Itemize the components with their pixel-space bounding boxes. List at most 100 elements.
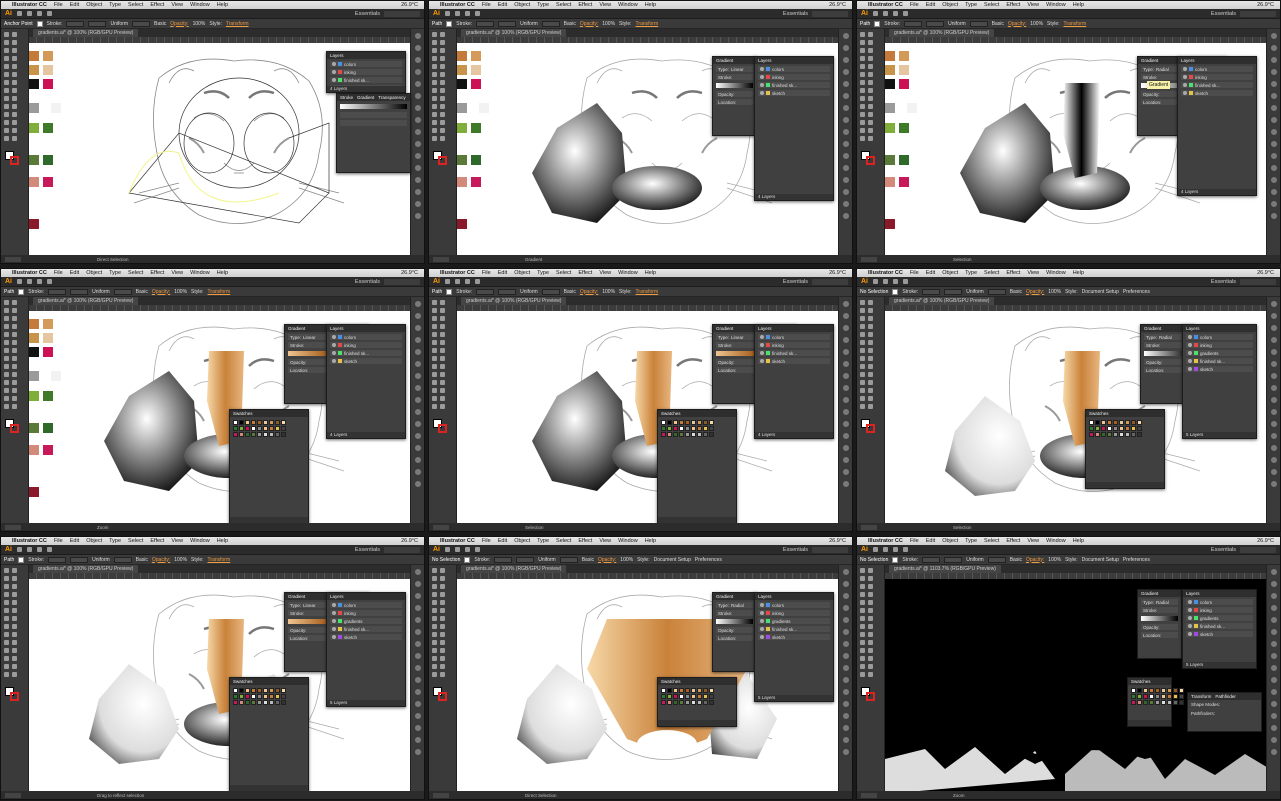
artboards-icon[interactable] [415, 433, 421, 439]
search-input[interactable] [812, 278, 848, 285]
symbol-sprayer-icon[interactable] [4, 388, 9, 393]
menu-item[interactable]: Window [190, 270, 210, 276]
transform-link[interactable]: Transform [226, 21, 249, 27]
swatch[interactable] [1179, 688, 1184, 693]
shape-builder-icon[interactable] [860, 632, 865, 637]
swatch[interactable] [1167, 694, 1172, 699]
mesh-tool-icon[interactable] [860, 104, 865, 109]
perspective-icon[interactable] [12, 364, 17, 369]
gradient-slider[interactable] [1141, 616, 1178, 621]
curvature-icon[interactable] [440, 48, 445, 53]
app-name[interactable]: Illustrator CC [12, 2, 47, 8]
basic-label[interactable]: Basic [582, 557, 594, 563]
eye-icon[interactable] [760, 603, 764, 607]
color-swatch[interactable] [43, 319, 53, 329]
document-tab[interactable]: gradients.ai* @ 1103.7% (RGB/GPU Preview… [889, 565, 1001, 573]
magic-wand-icon[interactable] [860, 308, 865, 313]
opacity-value[interactable]: 100% [602, 289, 615, 295]
stroke-weight-field[interactable] [494, 556, 513, 563]
eye-icon[interactable] [760, 91, 764, 95]
basic-label[interactable]: Basic [1010, 557, 1022, 563]
paintbrush-icon[interactable] [12, 64, 17, 69]
color-swatch[interactable] [29, 333, 39, 343]
layers-panel-icon[interactable] [1271, 153, 1277, 159]
zoom-tool-icon[interactable] [12, 672, 17, 677]
swatch[interactable] [1137, 694, 1142, 699]
menu-item[interactable]: File [54, 270, 63, 276]
eye-icon[interactable] [760, 67, 764, 71]
menu-item[interactable]: Effect [1006, 2, 1020, 8]
menu-item[interactable]: View [171, 538, 183, 544]
layer-row[interactable]: gradients [330, 618, 402, 624]
swatch[interactable] [245, 420, 250, 425]
menu-item[interactable]: Effect [578, 270, 592, 276]
swatch[interactable] [281, 694, 286, 699]
layers-panel[interactable]: Layers colors inking gradients finished sk..… [754, 592, 834, 702]
variable-width-select[interactable] [516, 556, 535, 563]
transform-icon[interactable] [843, 749, 849, 755]
swatch[interactable] [1089, 426, 1094, 431]
pencil-icon[interactable] [432, 340, 437, 345]
eye-icon[interactable] [760, 75, 764, 79]
swatch[interactable] [1131, 694, 1136, 699]
gradient-panel[interactable]: Gradient Type: Radial Stroke: Opacity: Locati… [1137, 589, 1182, 659]
swatch[interactable] [251, 688, 256, 693]
transform-tab[interactable]: Transform [1191, 694, 1211, 699]
transform-icon[interactable] [415, 481, 421, 487]
fill-swatch[interactable] [892, 288, 899, 295]
swatch[interactable] [1131, 420, 1136, 425]
pen-tool-icon[interactable] [432, 48, 437, 53]
swatch[interactable] [1149, 700, 1154, 705]
pencil-icon[interactable] [4, 72, 9, 77]
variable-width-select[interactable] [926, 20, 945, 27]
magic-wand-icon[interactable] [4, 308, 9, 313]
swatch[interactable] [661, 700, 666, 705]
swatch[interactable] [257, 694, 262, 699]
stroke-icon[interactable] [10, 424, 19, 433]
layer-row[interactable]: colors [1186, 334, 1253, 340]
swatch[interactable] [1137, 688, 1142, 693]
app-name[interactable]: Illustrator CC [440, 270, 475, 276]
brushes-icon[interactable] [415, 605, 421, 611]
workspace-switcher[interactable]: Essentials [783, 10, 848, 17]
swatches-icon[interactable] [843, 593, 849, 599]
swatch[interactable] [1107, 426, 1112, 431]
menu-item[interactable]: Effect [1006, 538, 1020, 544]
workspace-switcher[interactable]: Essentials [1211, 278, 1276, 285]
swatch[interactable] [667, 688, 672, 693]
swatch[interactable] [679, 688, 684, 693]
swatch[interactable] [1137, 700, 1142, 705]
variable-width-select[interactable] [88, 20, 107, 27]
blend-tool-icon[interactable] [12, 380, 17, 385]
line-tool-icon[interactable] [440, 56, 445, 61]
eraser-icon[interactable] [440, 72, 445, 77]
curvature-icon[interactable] [868, 316, 873, 321]
swatch[interactable] [1101, 432, 1106, 437]
color-swatch[interactable] [899, 51, 909, 61]
swatch[interactable] [697, 688, 702, 693]
layer-row[interactable]: finished sk... [758, 626, 830, 632]
search-input[interactable] [1240, 278, 1276, 285]
rotate-tool-icon[interactable] [432, 348, 437, 353]
menu-item[interactable]: Window [1046, 538, 1066, 544]
graphic-styles-icon[interactable] [843, 141, 849, 147]
swatch[interactable] [679, 420, 684, 425]
slice-tool-icon[interactable] [868, 128, 873, 133]
stroke-weight-field[interactable] [904, 20, 923, 27]
stock-icon[interactable] [455, 11, 460, 16]
paintbrush-icon[interactable] [440, 64, 445, 69]
layers-panel-header[interactable]: Layers [327, 593, 405, 600]
menu-item[interactable]: Type [537, 2, 549, 8]
brush-select[interactable] [559, 556, 578, 563]
menu-item[interactable]: Help [1073, 2, 1084, 8]
uniform-label[interactable]: Uniform [538, 557, 556, 563]
swatches-panel-title[interactable]: Swatches [233, 411, 253, 416]
symbol-sprayer-icon[interactable] [432, 656, 437, 661]
menu-item[interactable]: Select [984, 538, 999, 544]
color-swatch[interactable] [457, 51, 467, 61]
menu-item[interactable]: Object [942, 2, 958, 8]
uniform-label[interactable]: Uniform [92, 557, 110, 563]
swatch[interactable] [1173, 694, 1178, 699]
swatches-icon[interactable] [843, 325, 849, 331]
swatch[interactable] [679, 700, 684, 705]
